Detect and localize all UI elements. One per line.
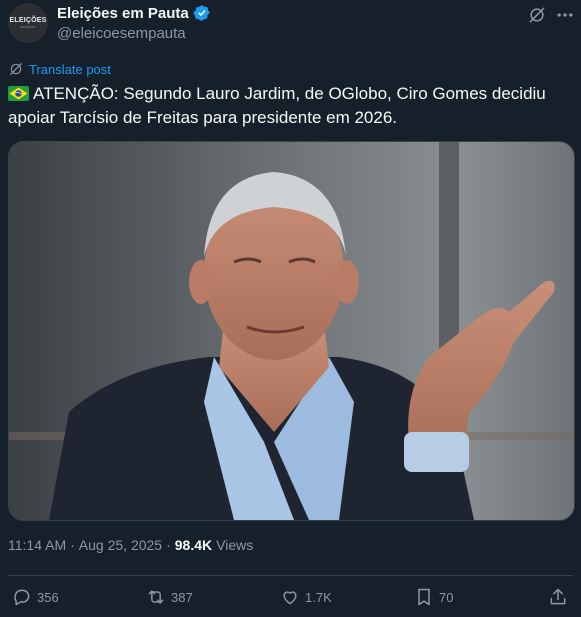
post-date[interactable]: Aug 25, 2025 bbox=[79, 537, 162, 553]
translate-post-link[interactable]: Translate post bbox=[8, 61, 111, 77]
reply-count: 356 bbox=[37, 589, 59, 605]
brazil-flag-icon bbox=[8, 86, 29, 101]
views-count[interactable]: 98.4K bbox=[175, 537, 212, 553]
post-text: ATENÇÃO: Segundo Lauro Jardim, de OGlobo… bbox=[8, 84, 546, 127]
bookmark-icon bbox=[418, 588, 430, 606]
views-label: Views bbox=[216, 537, 254, 553]
share-icon bbox=[550, 588, 566, 605]
author-display-name[interactable]: Eleições em Pauta bbox=[57, 5, 189, 22]
share-button[interactable] bbox=[548, 587, 573, 607]
author-handle[interactable]: @eleicoesempauta bbox=[57, 25, 186, 42]
avatar-text: ELEIÇÕES bbox=[9, 17, 47, 24]
post-meta: 11:14 AM · Aug 25, 2025 · 98.4K Views bbox=[8, 537, 253, 553]
post-image[interactable] bbox=[8, 141, 575, 521]
photo-illustration bbox=[9, 142, 574, 520]
author-name-row[interactable]: Eleições em Pauta bbox=[57, 4, 211, 22]
meta-separator-2: · bbox=[166, 537, 171, 553]
meta-separator: · bbox=[70, 537, 75, 553]
bookmark-button[interactable]: 70 bbox=[414, 587, 453, 607]
divider bbox=[8, 575, 573, 576]
like-icon bbox=[283, 591, 297, 605]
like-count: 1.7K bbox=[305, 589, 332, 605]
author-avatar[interactable]: ELEIÇÕES EM PAUTA bbox=[8, 3, 48, 43]
avatar-subtext: EM PAUTA bbox=[20, 25, 36, 29]
post-text-container: ATENÇÃO: Segundo Lauro Jardim, de OGlobo… bbox=[8, 82, 573, 130]
repost-count: 387 bbox=[171, 589, 193, 605]
repost-icon bbox=[148, 590, 164, 604]
translate-icon bbox=[10, 63, 22, 75]
like-button[interactable]: 1.7K bbox=[280, 587, 332, 607]
repost-button[interactable]: 387 bbox=[146, 587, 193, 607]
translate-label: Translate post bbox=[29, 61, 111, 77]
post-time[interactable]: 11:14 AM bbox=[8, 537, 66, 553]
reply-icon bbox=[14, 589, 30, 606]
verified-badge-icon[interactable] bbox=[193, 4, 211, 22]
bookmark-count: 70 bbox=[439, 589, 454, 605]
grok-icon[interactable] bbox=[527, 5, 547, 25]
more-icon[interactable] bbox=[555, 5, 575, 25]
reply-button[interactable]: 356 bbox=[12, 587, 59, 607]
